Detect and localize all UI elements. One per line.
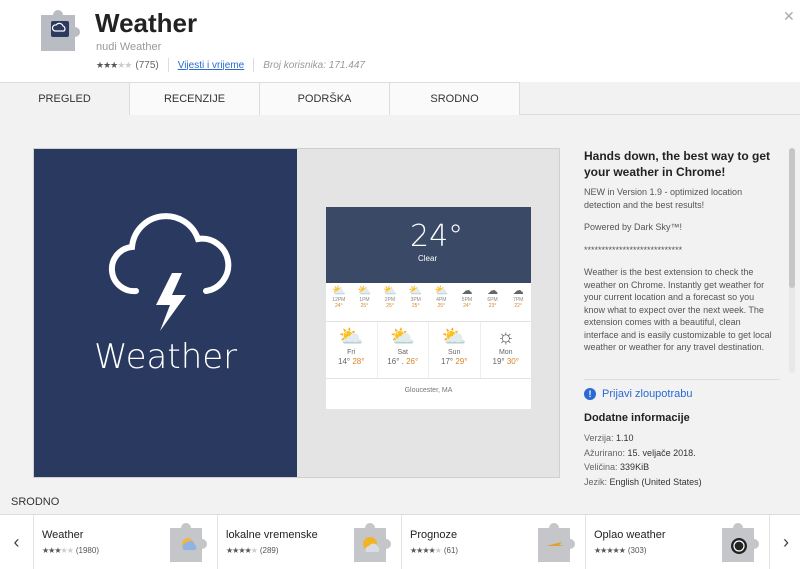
- tab-support[interactable]: PODRŠKA: [260, 82, 390, 115]
- puzzle-sun-icon: [354, 523, 391, 562]
- puzzle-weather-icon: [170, 523, 207, 562]
- related-item[interactable]: Weather ★★★★★ (1980): [33, 515, 217, 569]
- hour-item: ⛅ 12PM 24°: [331, 285, 346, 309]
- hourly-forecast: ⛅ 12PM 24° ⛅ 1PM 25° ⛅ 2PM 25° ⛅ 3PM 25° ⛅ 4PM 25°…: [326, 285, 531, 321]
- related-item[interactable]: Prognoze ★★★★★ (61): [401, 515, 585, 569]
- description: Hands down, the best way to get your wea…: [584, 148, 776, 380]
- extension-publisher: nudi Weather: [96, 41, 162, 53]
- logo-wordmark: Weather: [94, 337, 238, 377]
- forecast-location: Gloucester, MA: [404, 387, 453, 394]
- divider: [167, 58, 169, 72]
- related-item-rating: ★★★★★ (303): [594, 546, 647, 555]
- partly-cloudy-icon: ⛅: [441, 326, 467, 348]
- additional-info: Verzija: 1.10 Ažurirano: 15. veljače 201…: [584, 433, 702, 487]
- cloud-lightning-icon: [108, 213, 232, 331]
- size-value: 339KiB: [620, 462, 650, 472]
- related-item-name: Oplao weather: [594, 529, 666, 541]
- daily-forecast: ⛅ Fri 14° 28° ⛅ Sat 16° . 26° ⛅ Sun 17° 29° ☼ M…: [326, 321, 531, 379]
- overview-panel: Weather 24° Clear ⛅ 12PM 24° ⛅ 1PM 25° ⛅ 2PM 2…: [0, 115, 800, 495]
- partly-cloudy-icon: ⛅: [434, 285, 449, 297]
- description-paragraph: ****************************: [584, 244, 683, 255]
- related-item[interactable]: lokalne vremenske ★★★★★ (289): [217, 515, 401, 569]
- cloud-icon: ☁: [512, 285, 524, 297]
- extension-title: Weather: [95, 8, 198, 38]
- partly-cloudy-icon: ⛅: [338, 326, 364, 348]
- related-item-name: Weather: [42, 529, 84, 541]
- day-item: ⛅ Fri 14° 28°: [326, 322, 378, 378]
- related-item-name: lokalne vremenske: [226, 529, 318, 541]
- extension-header: Weather nudi Weather ★★★★★ (775) Vijesti…: [0, 0, 800, 82]
- puzzle-forecast-icon: [538, 523, 575, 562]
- tab-reviews[interactable]: RECENZIJE: [130, 82, 260, 115]
- description-headline: Hands down, the best way to get your wea…: [584, 149, 771, 179]
- hour-item: ⛅ 1PM 25°: [357, 285, 372, 309]
- tab-overview[interactable]: PREGLED: [0, 82, 130, 116]
- partly-cloudy-icon: ⛅: [390, 326, 416, 348]
- alert-icon: !: [584, 388, 596, 400]
- current-weather-banner: 24° Clear: [326, 207, 531, 283]
- weather-panel: 24° Clear ⛅ 12PM 24° ⛅ 1PM 25° ⛅ 2PM 25° ⛅ 3PM 2…: [326, 207, 531, 409]
- tab-bar: PREGLED RECENZIJE PODRŠKA SRODNO: [0, 82, 800, 116]
- current-condition: Clear: [418, 254, 438, 263]
- report-abuse-label: Prijavi zloupotrabu: [602, 388, 693, 400]
- rating-row: ★★★★★ (775) Vijesti i vrijeme Broj koris…: [96, 58, 365, 72]
- close-icon[interactable]: ✕: [783, 8, 795, 25]
- logo-tile: Weather: [34, 149, 297, 477]
- rating-count: (775): [135, 59, 159, 71]
- hour-item: ⛅ 4PM 25°: [434, 285, 449, 309]
- screenshot-preview[interactable]: Weather 24° Clear ⛅ 12PM 24° ⛅ 1PM 25° ⛅ 2PM 2…: [33, 148, 560, 478]
- version-value: 1.10: [616, 433, 634, 443]
- user-count: Broj korisnika: 171.447: [263, 59, 365, 71]
- current-temp: 24°: [410, 219, 464, 254]
- related-item-name: Prognoze: [410, 529, 458, 541]
- partly-cloudy-icon: ⛅: [357, 285, 372, 297]
- hour-item: ☁ 5PM 24°: [461, 285, 473, 309]
- partly-cloudy-icon: ⛅: [331, 285, 346, 297]
- related-carousel: ‹ Weather ★★★★★ (1980) lokalne vremenske …: [0, 514, 800, 569]
- partly-cloudy-icon: ⛅: [408, 285, 423, 297]
- related-heading: SRODNO: [11, 496, 60, 508]
- day-item: ⛅ Sun 17° 29°: [429, 322, 481, 378]
- scrollbar-thumb[interactable]: [789, 148, 795, 288]
- additional-info-title: Dodatne informacije: [584, 412, 690, 424]
- hour-item: ☁ 6PM 23°: [487, 285, 499, 309]
- hour-item: ☁ 7PM 22°: [512, 285, 524, 309]
- category-link[interactable]: Vijesti i vrijeme: [178, 60, 245, 71]
- description-paragraph: Weather is the best extension to check t…: [584, 267, 772, 352]
- chevron-left-icon[interactable]: ‹: [0, 515, 33, 569]
- cloud-icon: ☁: [461, 285, 473, 297]
- partly-cloudy-icon: ⛅: [383, 285, 397, 297]
- report-abuse-link[interactable]: ! Prijavi zloupotrabu: [584, 388, 693, 400]
- tab-related[interactable]: SRODNO: [390, 82, 520, 115]
- puzzle-clock-icon: [722, 523, 759, 562]
- language-value: English (United States): [609, 476, 702, 487]
- cloud-icon: ☁: [487, 285, 499, 297]
- rating-stars: ★★★★★: [96, 59, 132, 70]
- updated-value: 15. veljače 2018.: [627, 447, 696, 458]
- description-paragraph: Powered by Dark Sky™!: [584, 222, 683, 232]
- sun-icon: ☼: [496, 326, 515, 348]
- day-item: ⛅ Sat 16° . 26°: [378, 322, 429, 378]
- related-item-rating: ★★★★★ (1980): [42, 546, 99, 555]
- hour-item: ⛅ 3PM 25°: [408, 285, 423, 309]
- puzzle-app-icon: [41, 10, 80, 51]
- related-item-rating: ★★★★★ (289): [226, 546, 279, 555]
- hour-item: ⛅ 2PM 25°: [383, 285, 397, 309]
- divider: [584, 379, 780, 380]
- description-paragraph: NEW in Version 1.9 - optimized location …: [584, 187, 743, 210]
- related-item[interactable]: Oplao weather ★★★★★ (303): [585, 515, 769, 569]
- divider: [253, 58, 255, 72]
- related-item-rating: ★★★★★ (61): [410, 546, 459, 555]
- day-item: ☼ Mon 19° 30°: [492, 326, 519, 366]
- chevron-right-icon[interactable]: ›: [769, 515, 800, 569]
